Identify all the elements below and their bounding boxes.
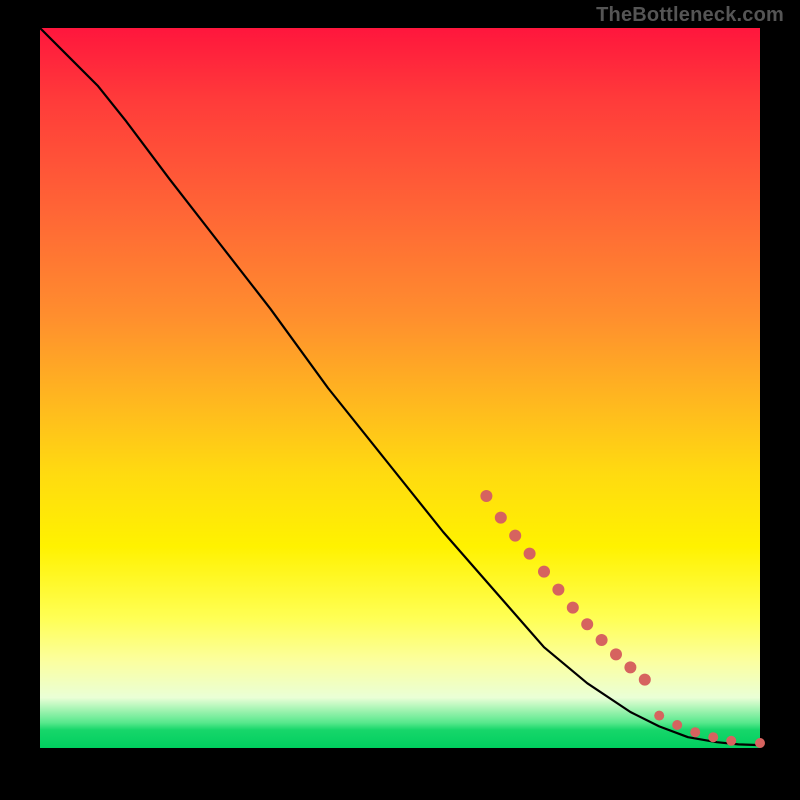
data-point xyxy=(596,634,608,646)
plot-area xyxy=(40,28,760,748)
data-point xyxy=(509,530,521,542)
bottleneck-curve xyxy=(40,28,760,745)
watermark-text: TheBottleneck.com xyxy=(596,4,784,27)
data-point xyxy=(495,512,507,524)
scatter-layer xyxy=(480,490,765,748)
data-point xyxy=(524,548,536,560)
data-point xyxy=(624,661,636,673)
chart-frame: TheBottleneck.com xyxy=(0,0,800,800)
data-point xyxy=(690,727,700,737)
data-point xyxy=(726,736,736,746)
data-point xyxy=(480,490,492,502)
data-point xyxy=(538,566,550,578)
data-point xyxy=(672,720,682,730)
data-point xyxy=(654,711,664,721)
data-point xyxy=(639,674,651,686)
data-point xyxy=(610,648,622,660)
data-point xyxy=(708,732,718,742)
data-point xyxy=(567,602,579,614)
plot-svg xyxy=(40,28,760,748)
data-point xyxy=(755,738,765,748)
data-point xyxy=(581,618,593,630)
data-point xyxy=(552,584,564,596)
